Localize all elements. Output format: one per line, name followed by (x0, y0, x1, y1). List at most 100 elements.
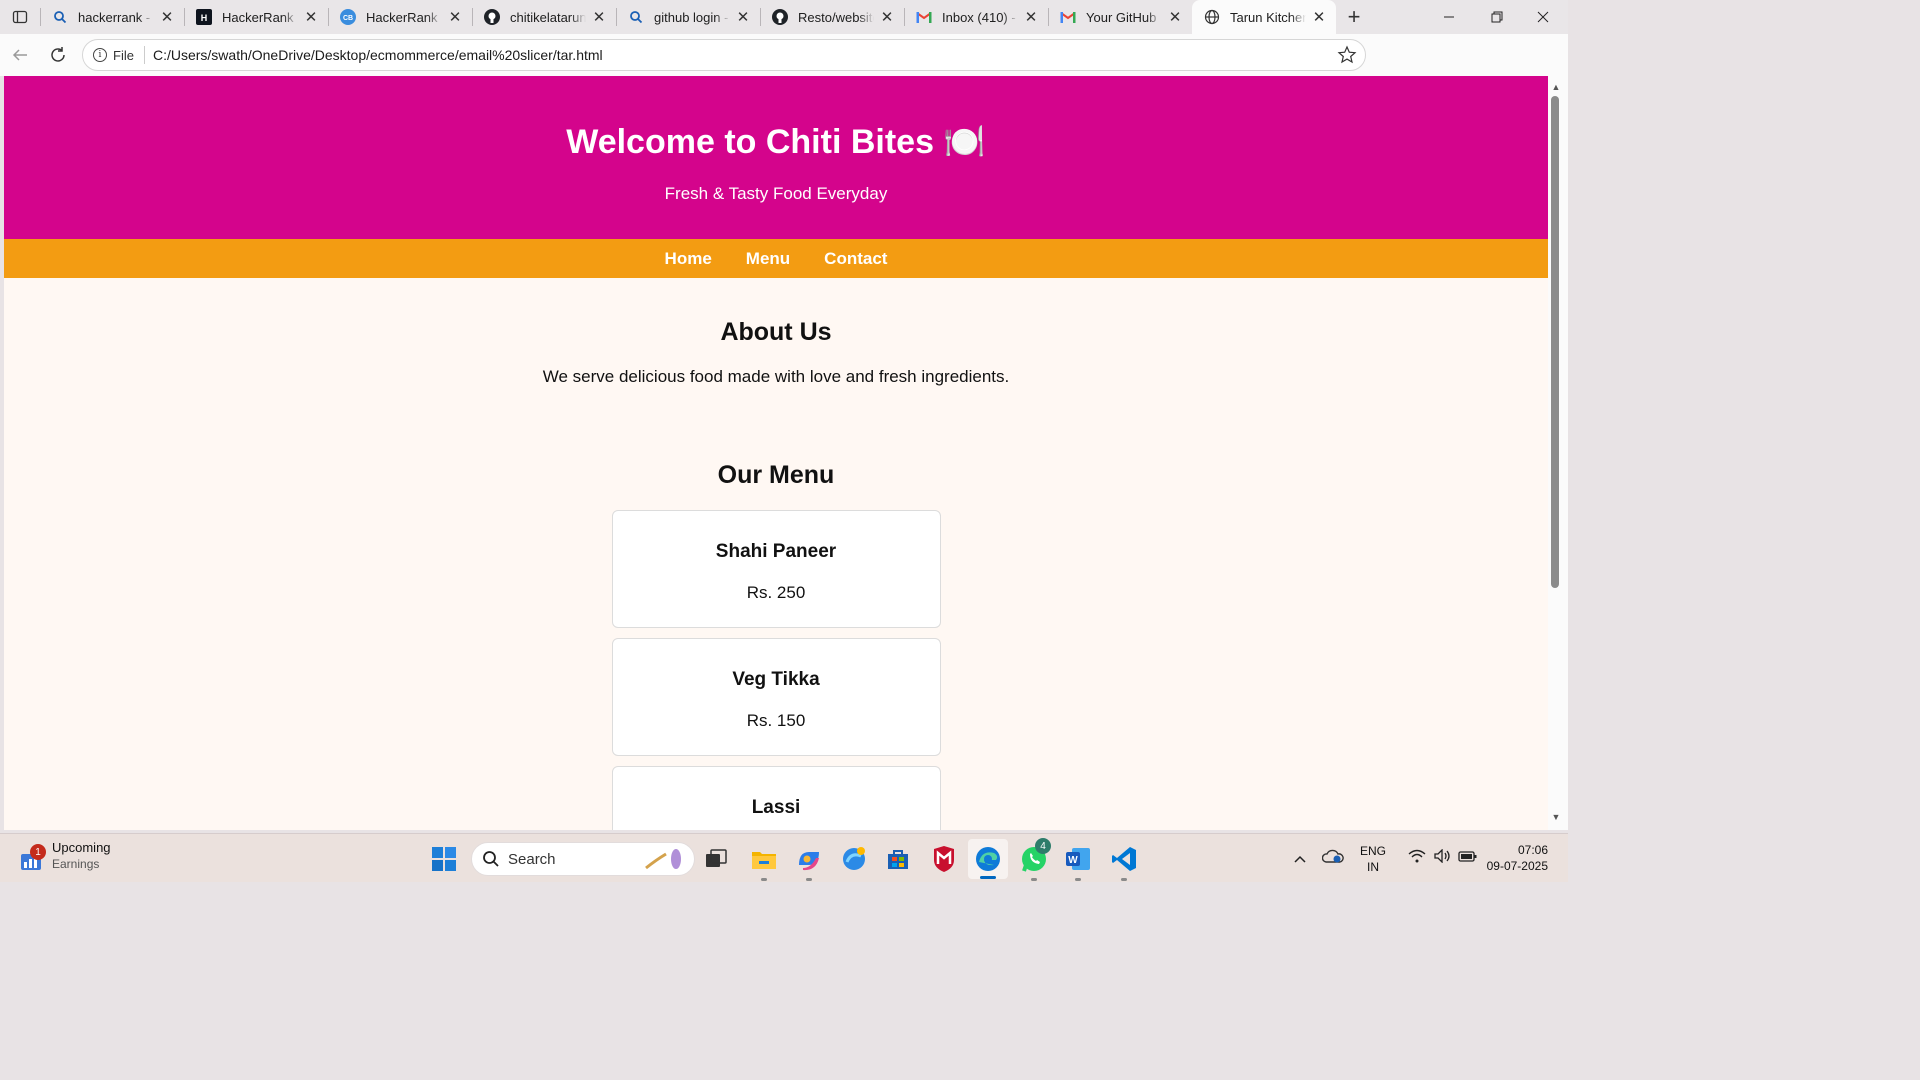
site-info-button[interactable]: i File (89, 43, 142, 67)
stocks-icon: 1 (20, 844, 46, 872)
chevron-up-icon[interactable] (1288, 850, 1312, 868)
taskbar-word[interactable]: W (1062, 843, 1094, 881)
tab-7[interactable]: Your GitHub ✕ (1048, 0, 1192, 34)
site-header: Welcome to Chiti Bites 🍽️ Fresh & Tasty … (4, 76, 1548, 239)
search-label: Search (508, 850, 556, 868)
tab-title: Resto/website.html (798, 9, 874, 25)
svg-text:H: H (201, 13, 208, 23)
svg-text:CB: CB (343, 15, 353, 22)
minimize-button[interactable] (1426, 0, 1472, 34)
hackerrank-icon: H (196, 9, 212, 25)
minimize-icon (1444, 16, 1454, 18)
tab-title: Inbox (410) - 2 (942, 9, 1018, 25)
tab-title: Tarun Kitchen (1230, 9, 1306, 25)
folder-icon (752, 852, 776, 869)
close-icon[interactable]: ✕ (158, 8, 176, 26)
github-icon (772, 9, 788, 25)
about-section: About Us We serve delicious food made wi… (4, 318, 1548, 387)
menu-item-name: Veg Tikka (732, 669, 820, 690)
tab-1[interactable]: H HackerRank ✕ (184, 0, 328, 34)
address-bar[interactable]: i File C:/Users/swath/OneDrive/Desktop/e… (82, 39, 1366, 71)
favorite-star-icon[interactable] (1337, 45, 1357, 70)
new-tab-button[interactable]: + (1336, 0, 1372, 34)
tab-3[interactable]: chitikelatarun7 ✕ (472, 0, 616, 34)
url-text[interactable]: C:/Users/swath/OneDrive/Desktop/ecmommer… (153, 47, 603, 63)
page-viewport: Welcome to Chiti Bites 🍽️ Fresh & Tasty … (4, 76, 1548, 830)
tab-strip: hackerrank - Search ✕ H HackerRank ✕ CB … (0, 0, 1568, 34)
start-button[interactable] (428, 843, 460, 875)
cb-icon: CB (340, 9, 356, 25)
restore-button[interactable] (1474, 0, 1520, 34)
refresh-button[interactable] (40, 37, 76, 73)
site-tagline: Fresh & Tasty Food Everyday (664, 184, 888, 203)
tab-4[interactable]: github login - Search ✕ (616, 0, 760, 34)
battery-icon[interactable] (1458, 849, 1478, 868)
tab-title: hackerrank - Search (78, 9, 154, 25)
language-indicator[interactable]: ENG IN (1360, 843, 1386, 875)
gmail-icon (1060, 9, 1076, 25)
taskbar-store[interactable] (882, 843, 914, 875)
nav-link-menu[interactable]: Menu (746, 249, 790, 269)
gmail-icon (916, 9, 932, 25)
taskbar-edge-dev[interactable] (838, 843, 870, 875)
search-highlight-icon (645, 849, 681, 870)
close-icon[interactable]: ✕ (446, 8, 464, 26)
scrollbar-thumb[interactable] (1551, 96, 1559, 588)
vertical-scrollbar[interactable]: ▲ ▼ (1548, 76, 1568, 830)
site-info-label: File (113, 47, 134, 63)
taskbar-vscode[interactable] (1108, 843, 1140, 881)
task-view-button[interactable] (700, 843, 732, 875)
running-indicator (980, 876, 996, 879)
close-icon[interactable]: ✕ (734, 8, 752, 26)
tab-0[interactable]: hackerrank - Search ✕ (40, 0, 184, 34)
taskbar-search[interactable]: Search (471, 842, 695, 876)
mcafee-shield-icon (934, 846, 954, 872)
back-button[interactable] (2, 37, 38, 73)
onedrive-icon[interactable] (1321, 848, 1344, 869)
tab-6[interactable]: Inbox (410) - 2 ✕ (904, 0, 1048, 34)
clock[interactable]: 07:06 09-07-2025 (1487, 842, 1548, 874)
tab-title: chitikelatarun7 (510, 9, 586, 25)
info-icon: i (93, 48, 107, 62)
menu-item-price: Rs. 250 (746, 583, 806, 602)
close-icon[interactable]: ✕ (1310, 8, 1328, 26)
tab-2[interactable]: CB HackerRank Solutions ✕ (328, 0, 472, 34)
close-icon[interactable]: ✕ (302, 8, 320, 26)
close-icon[interactable]: ✕ (878, 8, 896, 26)
refresh-icon (51, 47, 65, 62)
clock-time: 07:06 (1517, 843, 1548, 857)
site-nav: Home Menu Contact (4, 239, 1548, 278)
tab-5[interactable]: Resto/website.html ✕ (760, 0, 904, 34)
scroll-down-icon[interactable]: ▼ (1550, 812, 1562, 822)
taskbar: 1 Upcoming Earnings Search 4 W ENG IN 07… (0, 833, 1568, 882)
widgets-button[interactable]: 1 Upcoming Earnings (20, 840, 111, 872)
notification-badge: 1 (30, 844, 46, 860)
taskbar-copilot[interactable] (793, 843, 825, 881)
tab-8-active[interactable]: Tarun Kitchen ✕ (1192, 0, 1336, 34)
taskbar-whatsapp[interactable]: 4 (1018, 838, 1051, 881)
running-indicator (1031, 878, 1037, 881)
close-icon[interactable]: ✕ (1166, 8, 1184, 26)
site-title: Welcome to Chiti Bites 🍽️ (566, 123, 986, 161)
search-icon (483, 851, 499, 867)
volume-icon[interactable] (1434, 848, 1452, 868)
close-window-button[interactable] (1520, 0, 1566, 34)
tab-title: Your GitHub (1086, 9, 1157, 25)
nav-link-home[interactable]: Home (665, 249, 712, 269)
menu-list: Shahi Paneer Rs. 250 Veg Tikka Rs. 150 L… (611, 510, 941, 830)
wifi-icon[interactable] (1408, 849, 1426, 868)
svg-text:W: W (1068, 855, 1078, 866)
divider (143, 46, 145, 64)
scroll-up-icon[interactable]: ▲ (1550, 82, 1562, 92)
tab-actions-button[interactable] (0, 0, 40, 34)
taskbar-edge[interactable] (968, 839, 1008, 879)
tab-title: github login - Search (654, 9, 730, 25)
menu-heading: Our Menu (717, 461, 835, 489)
nav-link-contact[interactable]: Contact (824, 249, 887, 269)
menu-card: Lassi (611, 766, 941, 830)
taskbar-file-explorer[interactable] (748, 843, 780, 881)
windows-icon (432, 847, 456, 871)
close-icon[interactable]: ✕ (590, 8, 608, 26)
taskbar-mcafee[interactable] (928, 843, 960, 875)
close-icon[interactable]: ✕ (1022, 8, 1040, 26)
